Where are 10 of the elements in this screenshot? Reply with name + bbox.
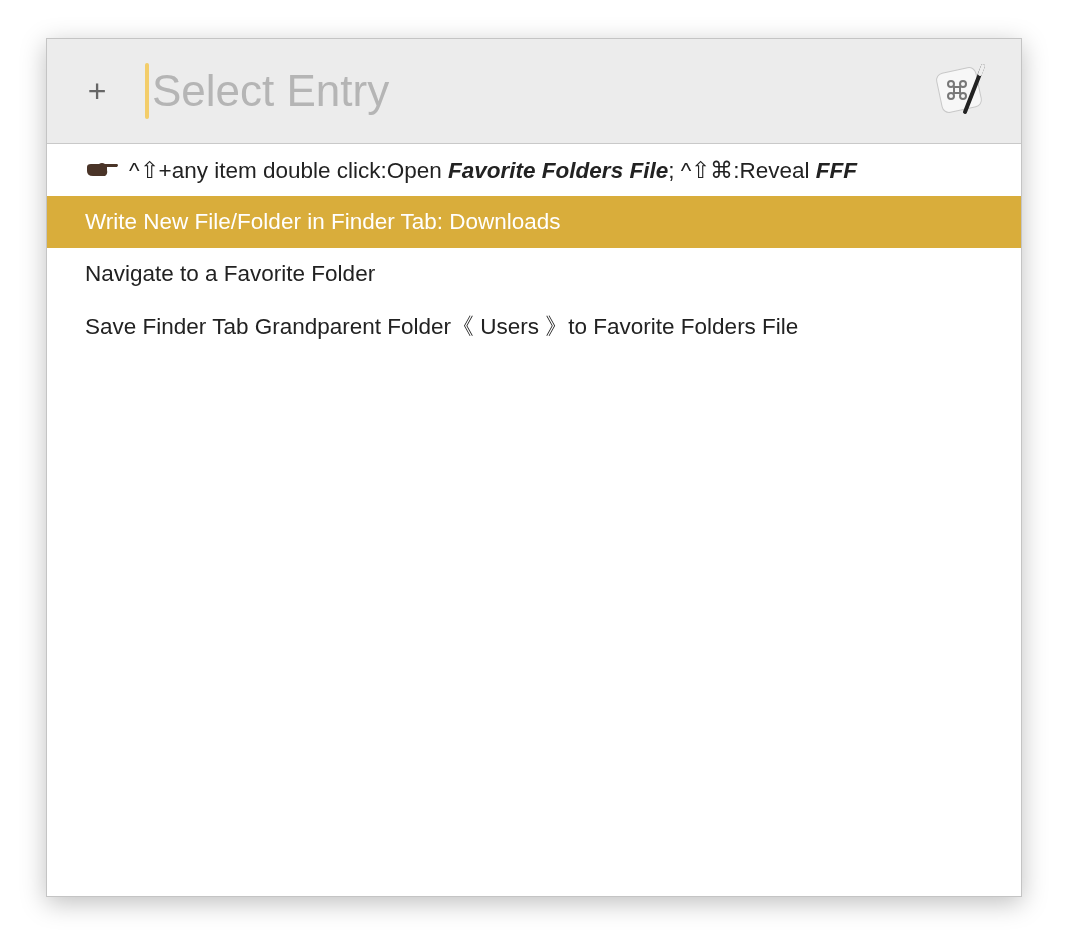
- list-item[interactable]: Save Finder Tab Grandparent Folder《 Users 》to Favorite Folders File: [47, 300, 1021, 352]
- item-label: ^⇧+any item double click:Open Favorite Folders File; ^⇧⌘:Reveal FFF: [129, 156, 857, 184]
- add-button[interactable]: +: [83, 72, 111, 110]
- list-item[interactable]: ^⇧+any item double click:Open Favorite Folders File; ^⇧⌘:Reveal FFF: [47, 144, 1021, 196]
- item-label: Save Finder Tab Grandparent Folder《 Users 》to Favorite Folders File: [85, 312, 799, 341]
- list-item[interactable]: Navigate to a Favorite Folder: [47, 248, 1021, 300]
- item-label: Navigate to a Favorite Folder: [85, 261, 376, 287]
- item-label: Write New File/Folder in Finder Tab: Downloads: [85, 209, 561, 235]
- pointing-hand-icon: [85, 161, 119, 179]
- text-cursor: [145, 63, 149, 119]
